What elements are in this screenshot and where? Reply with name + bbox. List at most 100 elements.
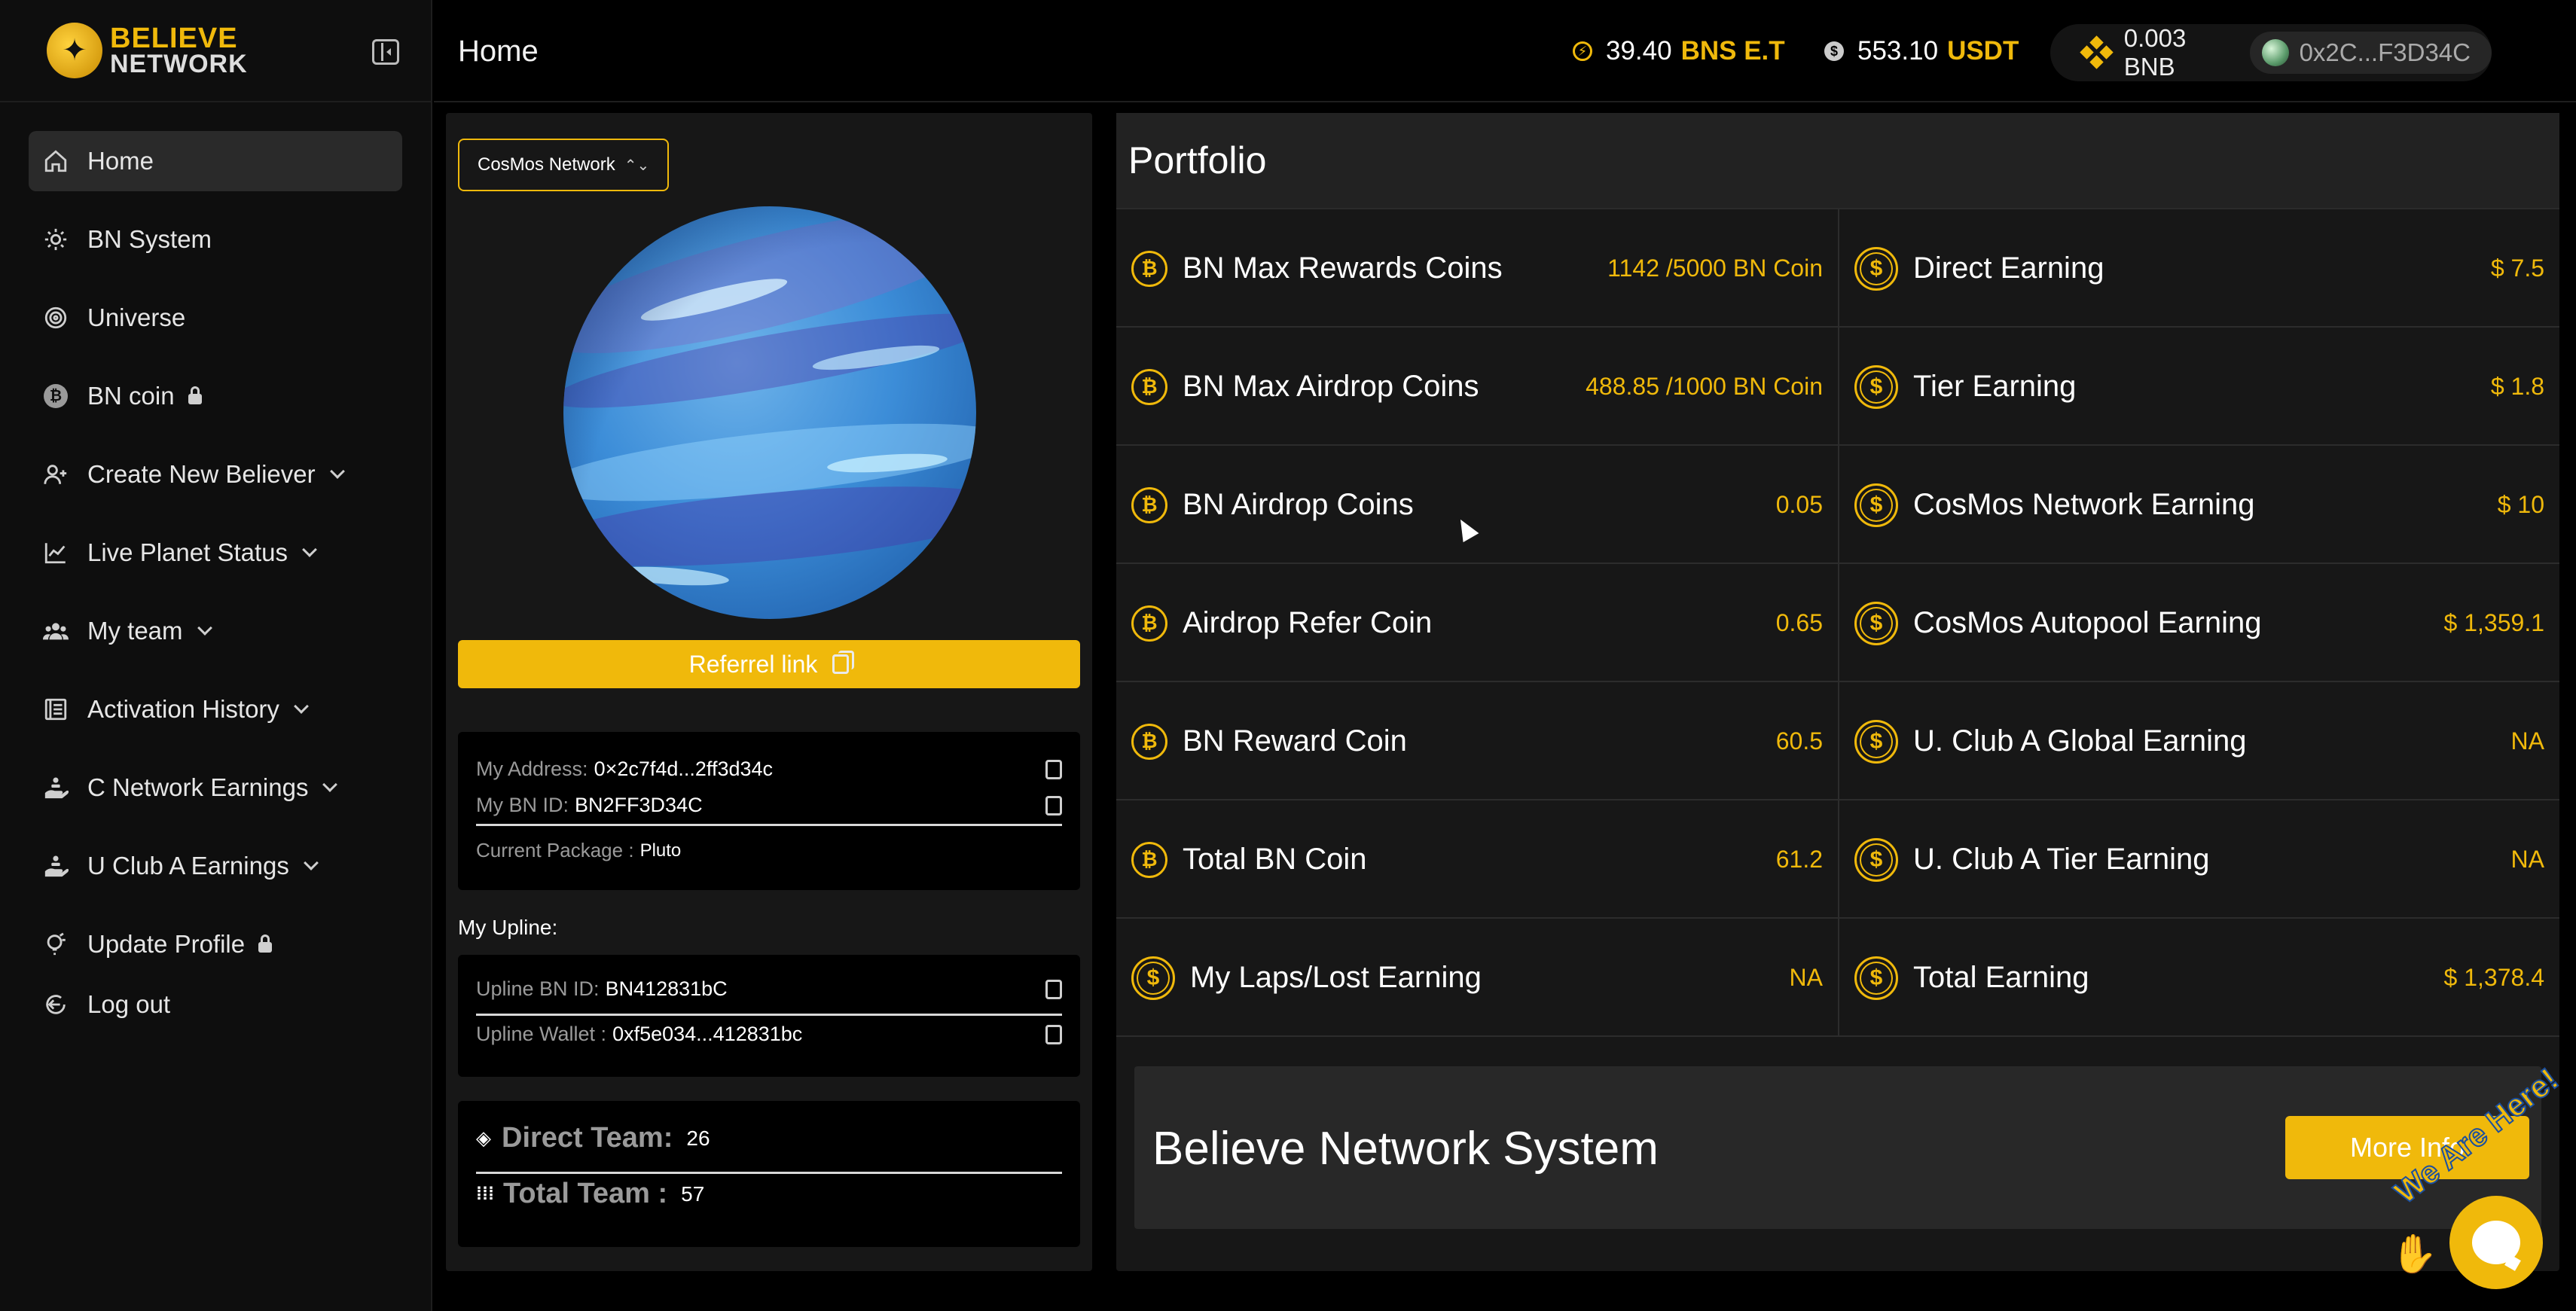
copy-icon	[832, 651, 855, 674]
bn-coin-icon: ₿	[1131, 723, 1167, 760]
portfolio-item: ₿ BN Max Airdrop Coins 488.85 /1000 BN C…	[1116, 328, 1838, 446]
sidebar-item-label: Update Profile	[87, 930, 246, 958]
logo-mark-icon: ✦	[47, 23, 102, 78]
portfolio-item: $ Direct Earning $ 7.5	[1839, 209, 2559, 328]
chat-widget[interactable]: We Are Here! ✋	[2387, 1060, 2576, 1311]
galaxy-icon	[41, 303, 71, 333]
portfolio-item: $ My Laps/Lost Earning NA	[1116, 919, 1838, 1037]
sidebar-item-label: BN coin	[87, 382, 175, 410]
bn-coin-icon: ₿	[1131, 841, 1167, 878]
my-bn-id-value: BN2FF3D34C	[575, 794, 703, 816]
logo[interactable]: ✦ BELIEVE NETWORK	[47, 23, 248, 78]
sidebar-item-activation-history[interactable]: Activation History	[29, 679, 402, 739]
portfolio-row: ₿ BN Max Rewards Coins 1142 /5000 BN Coi…	[1116, 209, 2559, 328]
portfolio-row: ₿ Airdrop Refer Coin 0.65 $ CosMos Autop…	[1116, 564, 2559, 682]
upline-box: Upline BN ID: BN412831bC Upline Wallet :…	[458, 955, 1080, 1077]
portfolio-row: ₿ BN Airdrop Coins 0.05 $ CosMos Network…	[1116, 446, 2559, 564]
sidebar-item-label: My team	[87, 617, 183, 645]
chevron-updown-icon: ⌃⌄	[624, 157, 650, 174]
team-box: ◈ Direct Team: 26 ⁞⁞⁞ Total Team : 57	[458, 1101, 1080, 1247]
wallet-address: 0x2C...F3D34C	[2299, 38, 2471, 66]
portfolio-item: ₿ BN Airdrop Coins 0.05	[1116, 446, 1838, 564]
upline-id-value: BN412831bC	[605, 977, 728, 1000]
dollar-coin-icon: $	[1854, 246, 1898, 291]
brand-bar: ✦ BELIEVE NETWORK	[0, 0, 431, 102]
lock-icon	[258, 934, 273, 953]
sidebar-item-label: Home	[87, 147, 154, 175]
portfolio-title: Portfolio	[1116, 113, 2559, 209]
total-team-row: ⁞⁞⁞ Total Team : 57	[476, 1178, 705, 1209]
upline-id-row: Upline BN ID: BN412831bC	[476, 977, 1062, 1001]
waving-hand-icon: ✋	[2391, 1233, 2438, 1275]
sidebar-item-my-team[interactable]: My team	[29, 601, 402, 661]
network-select[interactable]: CosMos Network ⌃⌄	[458, 139, 669, 191]
sidebar-item-c-network-earnings[interactable]: C Network Earnings	[29, 758, 402, 818]
chevron-down-icon	[329, 464, 345, 479]
sidebar-item-universe[interactable]: Universe	[29, 288, 402, 348]
sidebar-item-label: Log out	[87, 990, 171, 1018]
bitcoin-icon: ₿	[41, 381, 71, 411]
sidebar-item-label: BN System	[87, 225, 212, 253]
sidebar-item-create-new-believer[interactable]: Create New Believer	[29, 444, 402, 505]
sidebar-item-u-club-a-earnings[interactable]: U Club A Earnings	[29, 836, 402, 896]
copy-address-icon[interactable]	[1045, 759, 1062, 779]
sidebar-item-bn-system[interactable]: BN System	[29, 209, 402, 270]
portfolio-item: ₿ BN Reward Coin 60.5	[1116, 682, 1838, 800]
portfolio-row: ₿ BN Reward Coin 60.5 $ U. Club A Global…	[1116, 682, 2559, 800]
usdt-coin-icon: $	[1824, 41, 1844, 61]
referral-link-button[interactable]: Referrel link	[458, 640, 1080, 688]
wallet-address-button[interactable]: 0x2C...F3D34C	[2249, 32, 2492, 74]
wallet-pill[interactable]: 0.003 BNB 0x2C...F3D34C	[2050, 24, 2492, 81]
bulb-icon	[41, 929, 71, 959]
copy-bn-id-icon[interactable]	[1045, 795, 1062, 816]
team-icon	[41, 616, 71, 646]
dollar-coin-icon: $	[1854, 483, 1898, 527]
logo-text-line1: BELIEVE	[110, 22, 238, 54]
copy-upline-id-icon[interactable]	[1045, 979, 1062, 999]
sidebar-item-live-planet-status[interactable]: Live Planet Status	[29, 523, 402, 583]
sun-icon	[41, 224, 71, 255]
chat-bubble-icon[interactable]	[2449, 1196, 2543, 1289]
logout-icon	[41, 989, 71, 1020]
sidebar-item-label: C Network Earnings	[87, 773, 309, 801]
bnb-icon	[2080, 35, 2114, 69]
portfolio-item: ₿ Total BN Coin 61.2	[1116, 800, 1838, 919]
direction-icon: ◈	[476, 1127, 491, 1149]
direct-team-value: 26	[686, 1126, 710, 1150]
sidebar-item-bn-coin[interactable]: ₿ BN coin	[29, 366, 402, 426]
earnings-hand-icon	[41, 773, 71, 803]
planet-image	[563, 206, 976, 619]
collapse-sidebar-icon[interactable]	[372, 39, 399, 65]
portfolio-item: ₿ Airdrop Refer Coin 0.65	[1116, 564, 1838, 682]
current-package-value: Pluto	[639, 840, 682, 861]
dollar-coin-icon: $	[1854, 601, 1898, 645]
my-bn-id-row: My BN ID: BN2FF3D34C	[476, 794, 1062, 817]
upline-wallet-row: Upline Wallet : 0xf5e034...412831bc	[476, 1023, 1062, 1046]
dollar-coin-icon: $	[1854, 719, 1898, 764]
sidebar-item-update-profile[interactable]: Update Profile	[29, 914, 402, 974]
system-card-title: Believe Network System	[1152, 1123, 1659, 1175]
portfolio-item: $ Tier Earning $ 1.8	[1839, 328, 2559, 446]
sidebar-item-home[interactable]: Home	[29, 131, 402, 191]
user-add-icon	[41, 459, 71, 489]
copy-upline-wallet-icon[interactable]	[1045, 1024, 1062, 1044]
bn-coin-icon: ₿	[1131, 250, 1167, 287]
wallet-avatar	[2261, 39, 2289, 66]
chevron-down-icon	[303, 855, 319, 870]
sidebar-item-label: U Club A Earnings	[87, 852, 289, 880]
chart-line-icon	[41, 538, 71, 568]
list-icon	[41, 694, 71, 724]
portfolio-row: ₿ BN Max Airdrop Coins 488.85 /1000 BN C…	[1116, 328, 2559, 446]
portfolio-item: $ U. Club A Tier Earning NA	[1839, 800, 2559, 919]
sidebar-item-label: Create New Believer	[87, 460, 316, 488]
logo-text-line2: NETWORK	[110, 49, 248, 78]
usdt-balance: $ 553.10 USDT	[1824, 36, 2019, 66]
portfolio-panel: Portfolio ₿ BN Max Rewards Coins 1142 /5…	[1116, 113, 2559, 1271]
sidebar: ✦ BELIEVE NETWORK Home BN System Univers…	[0, 0, 432, 1311]
sidebar-item-log-out[interactable]: Log out	[29, 974, 402, 1035]
upline-heading: My Upline:	[458, 916, 558, 939]
home-icon	[41, 146, 71, 176]
sidebar-item-label: Live Planet Status	[87, 538, 288, 566]
upline-wallet-value: 0xf5e034...412831bc	[612, 1023, 803, 1045]
bns-coin-icon: ⚡	[1573, 41, 1592, 61]
